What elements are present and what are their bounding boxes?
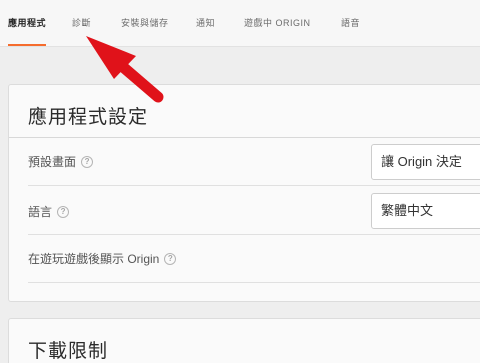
divider	[28, 185, 480, 186]
tab-voice[interactable]: 語音	[341, 0, 360, 47]
tab-diagnostics[interactable]: 診斷	[72, 0, 91, 47]
show-origin-after-game-label: 在遊玩遊戲後顯示 Origin	[28, 252, 160, 266]
tab-notifications[interactable]: 通知	[196, 0, 215, 47]
tab-application[interactable]: 應用程式	[8, 0, 47, 47]
language-setting: 語言 ?	[28, 203, 70, 220]
question-circle-icon[interactable]: ?	[81, 155, 94, 168]
tab-installs-saves[interactable]: 安裝與儲存	[121, 0, 169, 47]
language-label: 語言	[28, 205, 53, 219]
download-limits-panel: 下載限制	[8, 318, 480, 363]
settings-tab-bar: 應用程式 診斷 安裝與儲存 通知 遊戲中 ORIGIN 語音	[0, 0, 480, 47]
default-view-setting: 預設畫面 ?	[28, 153, 94, 170]
download-limits-title: 下載限制	[28, 341, 109, 362]
default-view-label: 預設畫面	[28, 155, 77, 169]
show-origin-after-game-setting: 在遊玩遊戲後顯示 Origin ?	[28, 250, 177, 267]
divider	[28, 282, 480, 283]
question-circle-icon[interactable]: ?	[164, 252, 177, 265]
divider	[28, 234, 480, 235]
divider	[9, 137, 480, 138]
language-select[interactable]: 繁體中文	[371, 193, 480, 229]
question-circle-icon[interactable]: ?	[57, 205, 70, 218]
default-view-select[interactable]: 讓 Origin 決定	[371, 144, 480, 180]
app-settings-panel: 應用程式設定 預設畫面 ? 讓 Origin 決定 語言 ? 繁體中文 在遊玩遊…	[8, 84, 480, 302]
tab-origin-in-game[interactable]: 遊戲中 ORIGIN	[244, 0, 311, 47]
app-settings-title: 應用程式設定	[28, 107, 149, 128]
